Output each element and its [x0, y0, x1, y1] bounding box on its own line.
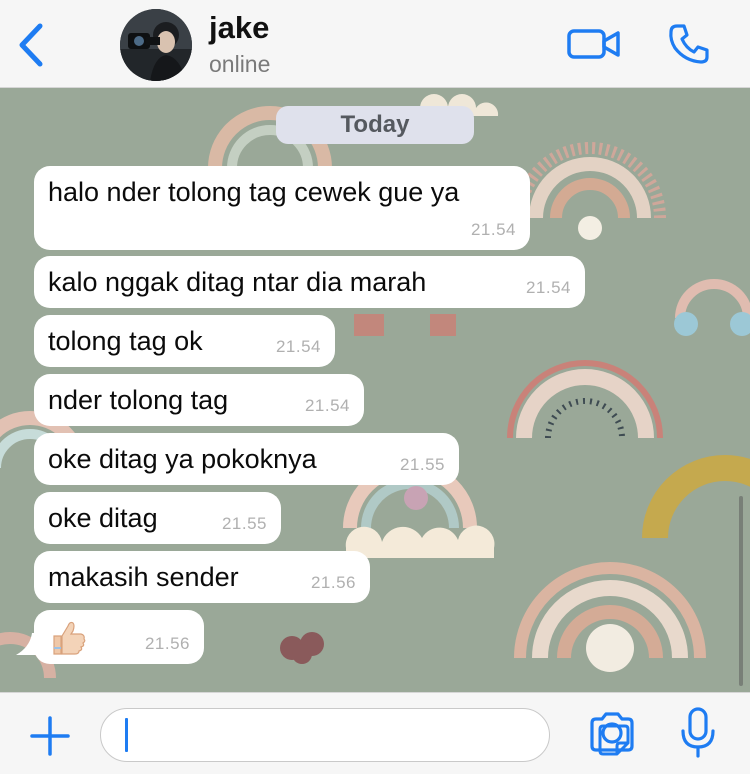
contact-name[interactable]: jake	[209, 10, 269, 46]
chat-header: jake online	[0, 0, 750, 88]
chat-area[interactable]: Today halo nder tolong tag cewek gue ya …	[0, 88, 750, 692]
message-time: 21.54	[304, 396, 350, 415]
message-bubble[interactable]: tolong tag ok 21.54	[34, 315, 335, 367]
message-text: tolong tag ok	[48, 326, 203, 356]
phone-icon[interactable]	[667, 22, 711, 66]
microphone-icon[interactable]	[678, 707, 718, 759]
scrollbar[interactable]	[739, 496, 743, 686]
message-text: oke ditag ya pokoknya	[48, 444, 317, 474]
message-bubble[interactable]: kalo nggak ditag ntar dia marah 21.54	[34, 256, 585, 308]
chevron-left-icon[interactable]	[14, 22, 50, 68]
message-time: 21.55	[399, 455, 445, 474]
message-time: 21.54	[470, 220, 516, 239]
contact-status: online	[209, 51, 271, 77]
message-time: 21.54	[525, 278, 571, 297]
avatar[interactable]	[120, 9, 192, 81]
message-bubble[interactable]: oke ditag ya pokoknya 21.55	[34, 433, 459, 485]
message-text: kalo nggak ditag ntar dia marah	[48, 267, 427, 297]
camera-icon[interactable]	[588, 711, 636, 753]
plus-icon[interactable]	[28, 714, 72, 758]
message-bubble[interactable]: oke ditag 21.55	[34, 492, 281, 544]
message-time: 21.56	[144, 634, 190, 653]
message-bubble[interactable]: 21.56	[34, 610, 204, 664]
message-bubble[interactable]: makasih sender 21.56	[34, 551, 370, 603]
input-bar	[0, 692, 750, 774]
message-input[interactable]	[100, 708, 630, 762]
message-text: halo nder tolong tag cewek gue ya	[48, 177, 460, 207]
date-separator: Today	[276, 106, 474, 144]
message-bubble[interactable]: halo nder tolong tag cewek gue ya 21.54	[34, 166, 530, 250]
message-text: nder tolong tag	[48, 385, 229, 415]
message-text: oke ditag	[48, 503, 158, 533]
message-time: 21.55	[221, 514, 267, 533]
text-cursor	[125, 718, 128, 752]
thumbs-up-icon	[53, 621, 86, 655]
message-time: 21.54	[275, 337, 321, 356]
message-time: 21.56	[310, 573, 356, 592]
message-bubble[interactable]: nder tolong tag 21.54	[34, 374, 364, 426]
message-text: makasih sender	[48, 562, 239, 592]
video-camera-icon[interactable]	[566, 24, 622, 64]
